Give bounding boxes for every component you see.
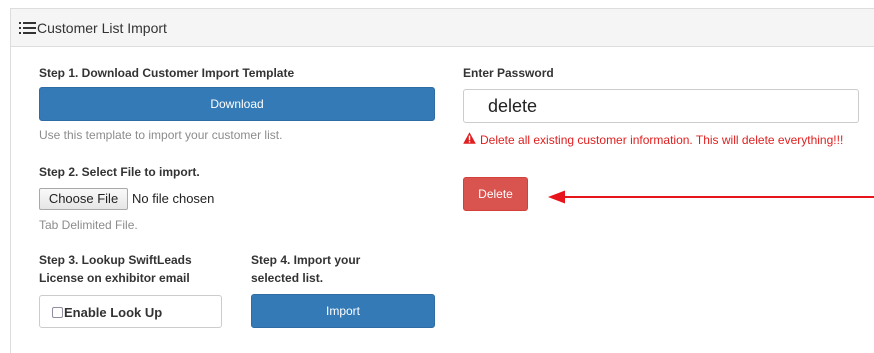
choose-file-button[interactable]: Choose File bbox=[39, 188, 128, 210]
step2-label: Step 2. Select File to import. bbox=[39, 165, 200, 179]
import-button-label: Import bbox=[325, 304, 360, 318]
step3-label-line1: Step 3. Lookup SwiftLeads bbox=[39, 253, 192, 267]
enable-lookup-checkbox[interactable] bbox=[52, 307, 63, 318]
step2-help: Tab Delimited File. bbox=[39, 218, 138, 232]
download-button-label: Download bbox=[210, 97, 264, 111]
delete-button[interactable]: Delete bbox=[463, 177, 528, 211]
password-label: Enter Password bbox=[463, 66, 554, 80]
step3-label-line2: License on exhibitor email bbox=[39, 271, 190, 285]
step1-label: Step 1. Download Customer Import Templat… bbox=[39, 66, 295, 80]
panel-heading: Customer List Import bbox=[11, 9, 874, 47]
delete-button-label: Delete bbox=[478, 187, 513, 201]
step4-label-line2: selected list. bbox=[251, 271, 324, 285]
import-button[interactable]: Import bbox=[251, 294, 435, 328]
panel-title: Customer List Import bbox=[37, 20, 167, 36]
step4-label-line1: Step 4. Import your bbox=[251, 253, 361, 267]
file-status: No file chosen bbox=[132, 191, 215, 206]
warning-text: Delete all existing customer information… bbox=[480, 133, 844, 147]
enable-lookup-label[interactable]: Enable Look Up bbox=[64, 305, 162, 320]
list-icon bbox=[19, 22, 36, 34]
lookup-box: Enable Look Up bbox=[39, 295, 222, 328]
annotation-arrow-icon bbox=[548, 190, 874, 204]
password-input[interactable] bbox=[463, 89, 859, 123]
step1-help: Use this template to import your custome… bbox=[39, 128, 283, 142]
download-button[interactable]: Download bbox=[39, 87, 435, 121]
